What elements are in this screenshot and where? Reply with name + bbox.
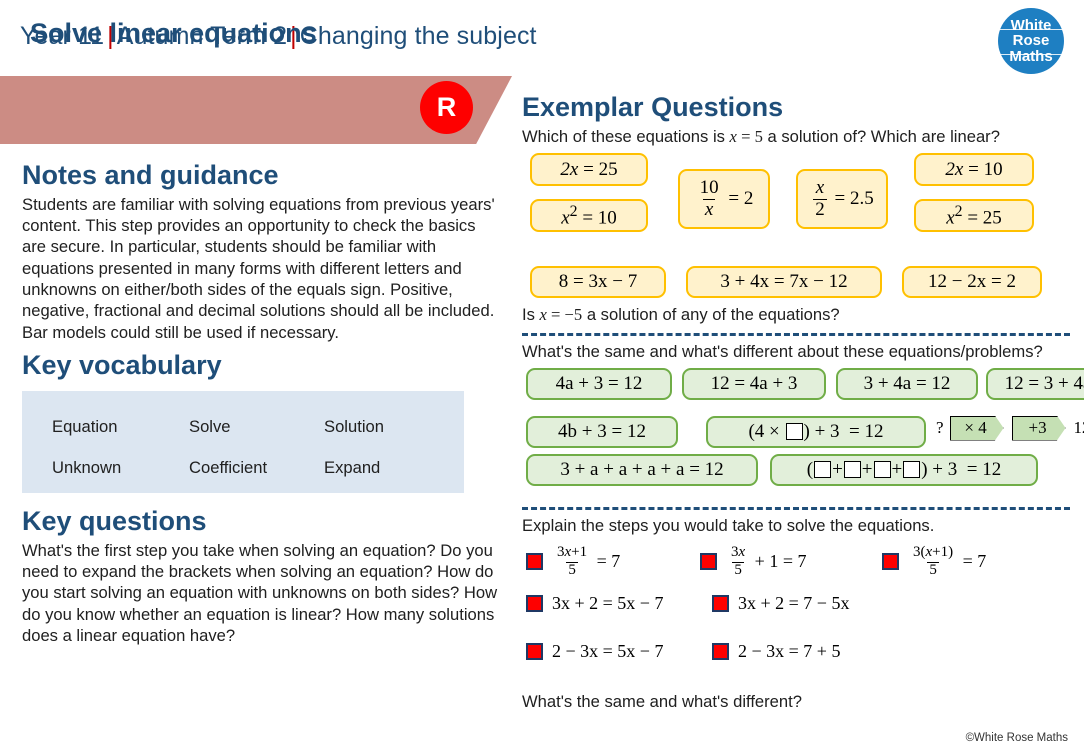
vocabulary-term: Solution (324, 416, 384, 436)
copyright-footer: ©White Rose Maths (965, 732, 1068, 744)
equation-box: 2x = 10 (914, 153, 1034, 187)
vocabulary-term: Expand (324, 457, 381, 477)
prompt-2-equation: = −5 (546, 305, 583, 325)
logo-line-3: Maths (1009, 47, 1053, 65)
logo-line-1: White (1010, 17, 1052, 35)
notes-heading: Notes and guidance (22, 160, 279, 190)
function-machine-output: 12 (1073, 418, 1084, 438)
yellow-equation-row-2: 8 = 3x − 7 3 + 4x = 7x − 12 12 − 2x = 2 (522, 266, 1074, 304)
equation-row: 3x + 2 = 5x − 7 3x + 2 = 7 − 5x (522, 593, 1074, 641)
equation-box: x2 = 2.5 (796, 169, 888, 230)
bullet-square-icon (712, 643, 729, 661)
equation-item: 3x+1 5 = 7 (526, 544, 620, 579)
page-title: Solve linear equations (30, 18, 317, 48)
bullet-square-icon (526, 595, 543, 613)
equation-box: 3 + 4x = 7x − 12 (686, 266, 882, 299)
equation-item: 3x + 2 = 7 − 5x (712, 593, 849, 614)
equation-item: 2 − 3x = 7 + 5 (712, 641, 840, 662)
equation-item: 2 − 3x = 5x − 7 (526, 641, 663, 662)
equation-item: 3x 5 + 1 = 7 (700, 544, 806, 579)
green-equation-cluster: 4a + 3 = 12 12 = 4a + 3 3 + 4a = 12 12 =… (522, 367, 1084, 454)
equation-box: x2 = 10 (530, 199, 648, 233)
function-machine: ? × 4 +3 12 (936, 415, 1084, 441)
equation-box: 12 = 3 + 4a (986, 367, 1084, 400)
function-machine-input: ? (936, 418, 944, 438)
exemplar-questions-heading: Exemplar Questions (522, 92, 784, 122)
blank-square-icon (873, 461, 891, 479)
equation-box: 12 = 4a + 3 (682, 367, 826, 400)
white-rose-maths-logo: White Rose Maths (998, 8, 1064, 74)
equation-box: 4a + 3 = 12 (526, 367, 672, 400)
prompt-1: Which of these equations is x = 5 a solu… (522, 126, 1074, 148)
function-machine-step-multiply: × 4 (949, 415, 1004, 441)
notes-body: Students are familiar with solving equat… (22, 194, 495, 342)
yellow-equation-cluster: 2x = 25 x2 = 10 10 x = 2 x2 = 2.5 2x = 10… (522, 153, 1074, 265)
prompt-5: What's the same and what's different? (522, 692, 802, 712)
breadcrumb-topic: Changing the subject (299, 22, 537, 50)
bullet-square-icon (700, 553, 717, 571)
blank-square-icon (843, 461, 861, 479)
left-column: Notes and guidance Students are familiar… (22, 160, 500, 646)
equation-text: 2 − 3x = 7 + 5 (738, 641, 841, 662)
blank-square-icon (903, 461, 921, 479)
blank-square-icon (814, 461, 832, 479)
prompt-1-equation: = 5 (736, 126, 763, 146)
equation-box: 3 + 4a = 12 (836, 367, 978, 400)
vocabulary-row: Unknown Coefficient Expand (52, 458, 462, 478)
prompt-2: Is x = −5 a solution of any of the equat… (522, 304, 1074, 326)
equation-box-with-blanks: (+ + +) + 3 = 12 (770, 453, 1038, 486)
section-divider-2 (522, 506, 1070, 510)
equation-box: x2 = 25 (914, 199, 1034, 233)
prompt-1-text-a: Which of these equations is (522, 126, 730, 146)
prompt-4: Explain the steps you would take to solv… (522, 515, 935, 535)
equation-box: 2x = 25 (530, 153, 648, 187)
logo-divider-bottom (1000, 54, 1062, 55)
vocabulary-heading: Key vocabulary (22, 350, 222, 381)
logo-line-2: Rose (1012, 32, 1050, 50)
equation-box: 4b + 3 = 12 (526, 415, 678, 448)
equation-text: 3x + 2 = 7 − 5x (738, 593, 850, 614)
equation-item: 3(x+1) 5 = 7 (882, 544, 986, 579)
equation-box: 8 = 3x − 7 (530, 266, 666, 299)
bullet-square-icon (526, 643, 543, 661)
bullet-square-icon (712, 595, 729, 613)
green-equation-cluster-2: 3 + a + a + a + a = 12 (+ + +) + 3 = 12 (522, 453, 1074, 500)
prompt-2-variable: x (539, 305, 547, 325)
vocabulary-term: Coefficient (189, 457, 268, 477)
worksheet-page: Year 11 | Autumn Term 2 | Changing the subje… (0, 0, 1084, 750)
vocabulary-term: Equation (52, 416, 118, 436)
prompt-2-text-b: a solution of any of the equations? (582, 305, 840, 325)
prompt-1-variable: x (729, 126, 737, 146)
prompt-2-text-a: Is (522, 305, 540, 325)
vocabulary-term: Solve (189, 416, 231, 436)
prompt-1-text-b: a solution of? Which are linear? (762, 126, 1000, 146)
equation-row: 3x+1 5 = 7 3x 5 + 1 = 7 3(x+1) 5 = 7 (522, 544, 1074, 593)
prompt-3: What's the same and what's different abo… (522, 341, 1043, 361)
equation-text: 2 − 3x = 5x − 7 (552, 641, 664, 662)
section-divider-1 (522, 332, 1070, 336)
equation-box: 3 + a + a + a + a = 12 (526, 453, 758, 486)
logo-divider-top (1000, 29, 1062, 30)
equation-text: 3x + 2 = 5x − 7 (552, 593, 664, 614)
key-vocabulary-table: Equation Solve Solution Unknown Coeffici… (22, 390, 464, 493)
key-questions-body: What's the first step you take when solv… (22, 540, 498, 646)
equation-row: 2 − 3x = 5x − 7 2 − 3x = 7 + 5 (522, 641, 1074, 689)
bullet-square-icon (882, 553, 899, 571)
equation-item: 3x + 2 = 5x − 7 (526, 593, 663, 614)
bullet-square-icon (526, 553, 543, 571)
blank-square-icon (785, 423, 803, 441)
equation-box: 12 − 2x = 2 (902, 266, 1042, 299)
function-machine-step-add: +3 (1011, 415, 1066, 441)
vocabulary-term: Unknown (52, 457, 122, 477)
revision-badge: R (420, 81, 473, 134)
right-column: Exemplar Questions Which of these equati… (522, 92, 1084, 713)
equation-box-with-blank: (4 × ) + 3 = 12 (706, 415, 926, 448)
key-questions-heading: Key questions (22, 505, 207, 536)
equation-box: 10 x = 2 (678, 169, 770, 230)
vocabulary-row: Equation Solve Solution (52, 417, 462, 437)
bullet-equation-list: 3x+1 5 = 7 3x 5 + 1 = 7 3(x+1) 5 = 7 3x … (522, 544, 1074, 689)
